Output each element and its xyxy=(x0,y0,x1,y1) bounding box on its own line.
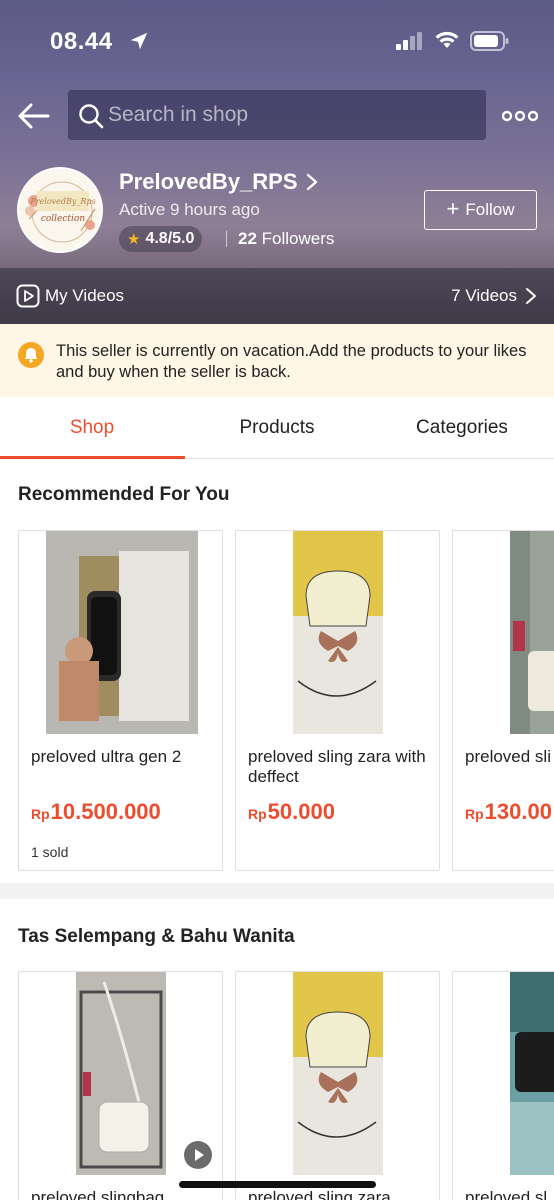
shop-search-input[interactable]: Search in shop xyxy=(68,90,486,140)
product-price: Rp50.000 xyxy=(248,799,335,825)
product-image xyxy=(236,972,439,1178)
bell-icon xyxy=(18,342,44,368)
product-name: preloved sl xyxy=(465,1188,548,1200)
product-image xyxy=(453,531,554,737)
product-name: preloved sli bershka xyxy=(465,747,554,766)
shop-logo-image: PrelovedBy_Rps collection xyxy=(19,169,101,251)
search-icon xyxy=(79,104,104,129)
product-image xyxy=(236,531,439,737)
category-section-title: Tas Selempang & Bahu Wanita xyxy=(18,926,295,947)
product-name: preloved ultra gen 2 xyxy=(31,747,182,766)
rating-divider xyxy=(226,231,227,247)
recommended-title: Recommended For You xyxy=(18,484,230,505)
price-value: 50.000 xyxy=(267,799,335,824)
product-card[interactable]: preloved sling zara xyxy=(235,971,440,1200)
tab-products[interactable]: Products xyxy=(185,397,369,459)
vacation-banner: This seller is currently on vacation.Add… xyxy=(0,324,554,397)
tab-categories[interactable]: Categories xyxy=(370,397,554,459)
followers-info[interactable]: 22 Followers xyxy=(238,229,334,249)
play-video-icon[interactable] xyxy=(184,1141,212,1169)
product-card[interactable]: preloved sling zara with deffect Rp50.00… xyxy=(235,530,440,871)
shop-name[interactable]: PrelovedBy_RPS xyxy=(119,169,298,195)
product-name: preloved sling zara with deffect xyxy=(248,747,426,786)
location-arrow-icon xyxy=(130,32,148,50)
shop-rating-value: 4.8/5.0 xyxy=(145,230,195,247)
chevron-right-icon[interactable] xyxy=(304,172,320,192)
product-name: preloved slingbag xyxy=(31,1188,165,1200)
my-videos-row[interactable]: My Videos 7 Videos xyxy=(0,270,554,324)
shop-tabs: Shop Products Categories xyxy=(0,397,554,459)
chevron-right-icon xyxy=(526,288,536,304)
videos-count: 7 Videos xyxy=(451,286,517,305)
price-value: 130.00 xyxy=(484,799,552,824)
product-image xyxy=(453,972,554,1178)
product-sold-count: 1 sold xyxy=(31,844,69,860)
battery-icon xyxy=(470,31,509,51)
logo-text-bottom: collection xyxy=(41,214,85,224)
more-options-icon[interactable] xyxy=(502,104,538,128)
product-card[interactable]: preloved sl xyxy=(452,971,554,1200)
search-placeholder: Search in shop xyxy=(108,103,249,126)
price-value: 10.500.000 xyxy=(50,799,161,824)
home-indicator xyxy=(179,1181,376,1188)
wifi-icon xyxy=(435,31,459,48)
followers-label: Followers xyxy=(261,229,335,248)
shop-avatar[interactable]: PrelovedBy_Rps collection xyxy=(17,167,103,253)
section-separator xyxy=(0,883,554,899)
shop-rating-badge: ★ 4.8/5.0 xyxy=(119,226,203,252)
product-price: Rp10.500.000 xyxy=(31,799,161,825)
back-arrow-icon[interactable] xyxy=(16,98,52,134)
tab-shop[interactable]: Shop xyxy=(0,397,184,459)
price-currency: Rp xyxy=(465,806,484,822)
product-name: preloved sling zara xyxy=(248,1188,391,1200)
followers-count: 22 xyxy=(238,229,257,248)
vacation-message: This seller is currently on vacation.Add… xyxy=(56,342,527,381)
follow-button[interactable]: + Follow xyxy=(424,190,537,230)
active-tab-indicator xyxy=(0,456,185,459)
plus-icon: + xyxy=(446,196,460,221)
shop-page: 08.44 Search in shop PrelovedBy_Rps coll… xyxy=(0,0,554,1200)
star-icon: ★ xyxy=(127,231,141,248)
active-status: Active 9 hours ago xyxy=(119,200,260,219)
logo-text-top: PrelovedBy_Rps xyxy=(29,197,95,206)
my-videos-label: My Videos xyxy=(45,286,125,305)
status-bar: 08.44 xyxy=(0,24,554,60)
product-price: Rp130.00 xyxy=(465,799,552,825)
follow-label: Follow xyxy=(465,200,515,219)
price-currency: Rp xyxy=(31,806,50,822)
price-currency: Rp xyxy=(248,806,267,822)
product-card[interactable]: preloved sli bershka Rp130.00 xyxy=(452,530,554,871)
product-card[interactable]: preloved ultra gen 2 Rp10.500.000 1 sold xyxy=(18,530,223,871)
status-time: 08.44 xyxy=(50,28,113,55)
cellular-signal-icon xyxy=(396,32,422,50)
video-icon xyxy=(16,284,40,308)
product-image xyxy=(19,531,222,737)
